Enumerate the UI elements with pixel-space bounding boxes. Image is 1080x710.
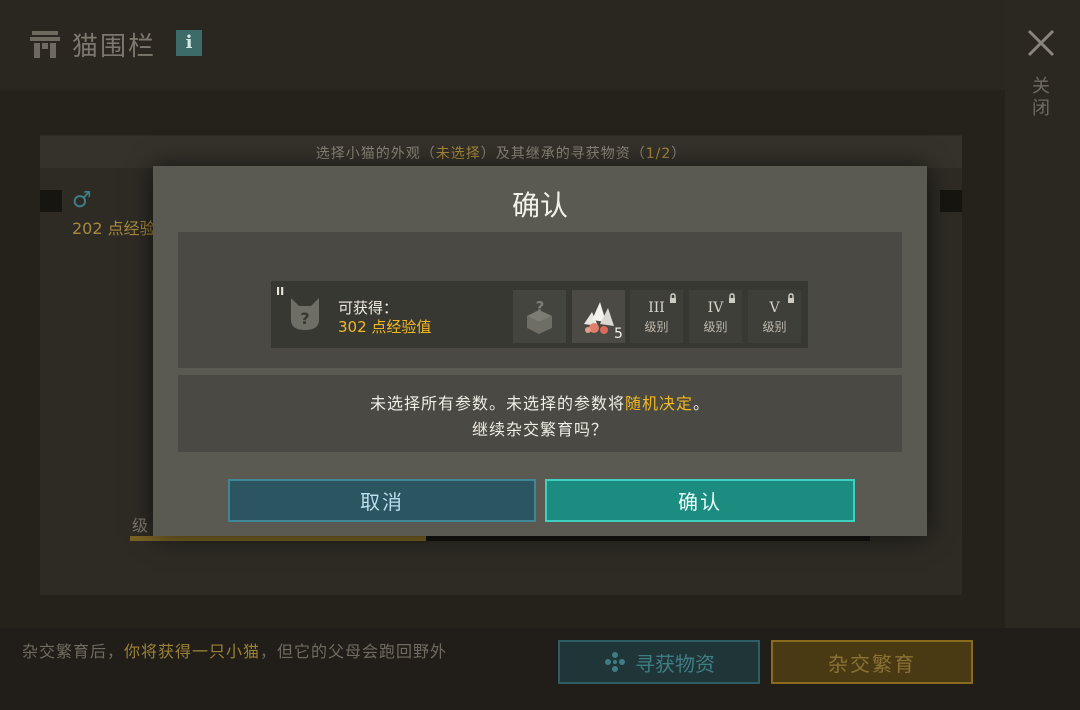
close-icon[interactable] [1024,26,1058,60]
confirm-dialog: 确认 II ? 可获得： 302 点经验值 ? 5 III 级别 IV 级别 V… [153,166,927,536]
unknown-item-slot[interactable]: ? [513,290,566,343]
breed-button[interactable]: 杂交繁育 [771,640,973,684]
info-button[interactable]: i [176,30,202,56]
gain-label: 可获得： [338,299,399,317]
item-count: 5 [614,326,623,342]
level-label: 级 [132,516,149,535]
page-title: 猫围栏 [72,32,157,62]
forage-button[interactable]: 寻获物资 [558,640,760,684]
lock-icon [670,293,676,303]
parent-xp: 202 点经验 [72,219,156,238]
footer-hint: 杂交繁育后，你将获得一只小猫，但它的父母会跑回野外 [22,642,448,661]
parent-slot-left[interactable] [40,190,62,212]
confirm-button[interactable]: 确认 [545,479,855,522]
tier-label: II [276,285,285,298]
svg-text:?: ? [300,309,309,328]
level-progress-fill [130,536,426,541]
locked-level-slot[interactable]: III 级别 [630,290,683,343]
gain-xp: 302 点经验值 [338,318,432,336]
close-label[interactable]: 关闭 [1032,76,1052,120]
level-text: 级别 [644,320,669,334]
locked-level-slot[interactable]: V 级别 [748,290,801,343]
male-icon: ♂ [72,188,92,213]
parent-slot-right[interactable] [940,190,962,212]
top-bar [0,0,1080,90]
mystery-box-icon: ? [527,298,552,334]
cat-pen-icon [30,31,60,58]
svg-text:?: ? [536,298,545,316]
locked-level-slot[interactable]: IV 级别 [689,290,742,343]
dialog-title: 确认 [511,189,568,222]
forage-button-label: 寻获物资 [635,651,715,676]
hint-text: 选择小猫的外观（未选择）及其继承的寻获物资（1/2） [315,146,687,162]
level-text: 级别 [762,320,787,334]
lock-icon [729,293,735,303]
cancel-button[interactable]: 取消 [228,479,536,522]
continue-question: 继续杂交繁育吗？ [471,420,608,439]
forage-icon [605,652,625,672]
lock-icon [788,293,794,303]
unknown-cat-icon: ? [291,298,319,330]
warning-message: 未选择所有参数。未选择的参数将随机决定。 [369,394,711,413]
level-text: 级别 [703,320,728,334]
